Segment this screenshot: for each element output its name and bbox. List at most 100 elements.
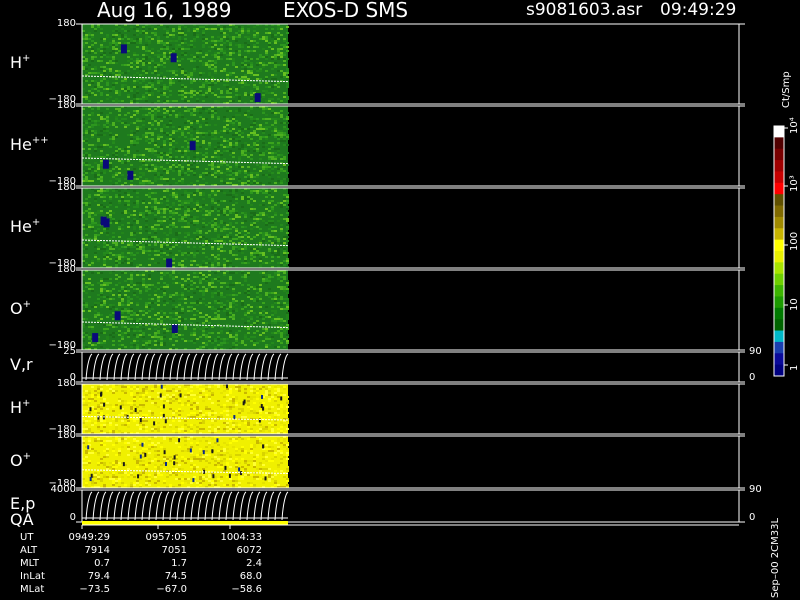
spectrogram-cell — [166, 88, 169, 90]
spectrogram-cell — [106, 206, 109, 208]
spectrogram-cell — [259, 334, 262, 336]
spectrogram-cell — [190, 296, 193, 298]
spectrogram-cell — [160, 120, 163, 122]
spectrogram-cell — [274, 182, 277, 184]
spectrogram-cell — [109, 62, 112, 64]
spectrogram-cell — [118, 100, 121, 102]
spectrogram-cell — [202, 334, 205, 336]
spectrogram-cell — [286, 312, 289, 314]
spectrogram-cell — [160, 162, 163, 164]
spectrogram-cell — [238, 160, 241, 162]
spectrogram-cell — [205, 240, 208, 242]
spectrogram-cell — [202, 208, 205, 210]
spectrogram-cell — [211, 46, 214, 48]
spectrogram-cell — [238, 262, 241, 264]
spectrogram-cell — [166, 126, 169, 128]
spectrogram-cell — [103, 126, 106, 128]
spectrogram-cell — [169, 218, 172, 220]
spectrogram-cell — [160, 80, 163, 82]
spectrogram-cell — [211, 174, 214, 176]
spectrogram-cell — [157, 254, 160, 256]
spectrogram-cell — [160, 154, 163, 156]
spectrogram-cell — [178, 342, 181, 344]
spectrogram-cell — [163, 290, 166, 292]
spectrogram-cell — [226, 72, 229, 74]
spectrogram-cell — [136, 60, 139, 62]
spectrogram-cell — [256, 288, 259, 290]
spectrogram-cell — [280, 218, 283, 220]
spectrogram-cell — [265, 54, 268, 56]
spectrogram-cell — [241, 62, 244, 64]
spectrogram-cell — [220, 92, 223, 94]
spectrogram-cell — [151, 122, 154, 124]
spectrogram-cell — [91, 144, 94, 146]
spectrogram-cell — [223, 52, 226, 54]
spectrogram-cell — [265, 294, 268, 296]
spectrogram-cell — [241, 226, 244, 228]
spectrogram-cell — [187, 146, 190, 148]
spectrogram-cell — [160, 46, 163, 48]
spectrogram-cell — [262, 174, 265, 176]
spectrogram-cell — [193, 150, 196, 152]
spectrogram-cell — [151, 190, 154, 192]
spectrogram-cell — [268, 236, 271, 238]
spectrogram-cell — [271, 332, 274, 334]
spectrogram-cell — [151, 52, 154, 54]
spectrogram-cell — [103, 130, 106, 132]
spectrogram-cell — [166, 94, 169, 96]
spectrogram-cell — [211, 114, 214, 116]
spectrogram-cell — [97, 342, 100, 344]
spectrogram-cell — [256, 164, 259, 166]
spectrogram-cell — [244, 58, 247, 60]
spectrogram-cell — [253, 286, 256, 288]
spectrogram-cell — [265, 156, 268, 158]
spectrogram-cell — [127, 60, 130, 62]
spectrogram-cell — [121, 122, 124, 124]
spectrogram-cell — [148, 82, 151, 84]
spectrogram-cell — [238, 248, 241, 250]
line-trace — [113, 353, 121, 381]
spectrogram-cell — [250, 190, 253, 192]
spectrogram-cell — [124, 150, 127, 152]
spectrogram-cell — [214, 208, 217, 210]
spectrogram-cell — [250, 90, 253, 92]
spectrogram-cell — [253, 150, 256, 152]
spectrogram-cell — [286, 292, 289, 294]
spectrogram-cell — [142, 216, 145, 218]
spectrogram-cell — [130, 42, 133, 44]
spectrogram-cell — [256, 240, 259, 242]
spectrogram-cell — [178, 304, 181, 306]
spectrogram-cell — [127, 168, 130, 170]
spectrogram-cell — [229, 284, 232, 286]
spectrogram-cell — [253, 200, 256, 202]
spectrogram-cell — [226, 174, 229, 176]
spectrogram-cell — [211, 110, 214, 112]
spectrogram-cell — [232, 298, 235, 300]
spectrogram-cell — [250, 100, 253, 102]
spectrogram-cell — [154, 202, 157, 204]
spectrogram-cell — [265, 164, 268, 166]
spectrogram-cell — [268, 274, 271, 276]
spectrogram-cell — [127, 316, 130, 318]
spectrogram-cell — [94, 80, 97, 82]
spectrogram-cell — [178, 232, 181, 234]
spectrogram-cell — [91, 92, 94, 94]
spectrogram-cell — [241, 190, 244, 192]
spectrogram-cell — [142, 318, 145, 320]
spectrogram-cell — [154, 174, 157, 176]
spectrogram-cell — [271, 158, 274, 160]
spectrogram-cell — [214, 302, 217, 304]
spectrogram-cell — [118, 246, 121, 248]
spectrogram-cell — [100, 276, 103, 278]
spectrogram-cell — [160, 92, 163, 94]
spectrogram-cell — [259, 78, 262, 80]
spectrogram-cell — [118, 290, 121, 292]
spectrogram-cell — [121, 332, 124, 334]
spectrogram-cell — [193, 26, 196, 28]
spectrogram-cell — [88, 210, 91, 212]
spectrogram-cell — [103, 246, 106, 248]
spectrogram-cell — [262, 232, 265, 234]
spectrogram-cell — [151, 124, 154, 126]
spectrogram-cell — [199, 312, 202, 314]
spectrogram-cell — [115, 256, 118, 258]
